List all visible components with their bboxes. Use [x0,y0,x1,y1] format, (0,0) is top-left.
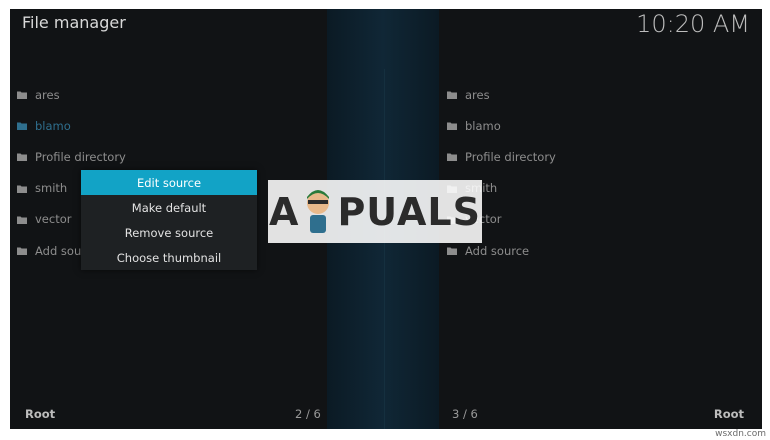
context-menu: Edit source Make default Remove source C… [81,170,257,270]
left-root-label[interactable]: Root [25,407,55,421]
app-title: File manager [22,13,126,32]
folder-icon [17,215,27,224]
make-default-option[interactable]: Make default [81,195,257,220]
edit-source-option[interactable]: Edit source [81,170,257,195]
folder-icon [17,121,27,131]
list-item-smith[interactable]: smith [447,173,747,204]
item-label: Add source [465,243,530,258]
folder-icon [447,246,457,256]
right-root-label[interactable]: Root [714,407,744,421]
choose-thumbnail-option[interactable]: Choose thumbnail [81,245,257,270]
item-label: smith [35,181,68,196]
folder-icon [17,152,27,162]
right-file-list: ares blamo Profile directory smith vecto… [447,79,747,266]
folder-icon [447,90,457,100]
item-label: Profile directory [465,149,556,164]
list-item-add-source[interactable]: Add source [447,235,747,266]
list-item-ares[interactable]: ares [17,79,317,110]
pane-divider [384,69,385,429]
item-label: vector [35,212,72,227]
folder-icon [17,90,27,100]
list-item-blamo[interactable]: blamo [17,110,317,141]
list-item-ares[interactable]: ares [447,79,747,110]
folder-icon [17,246,27,256]
list-item-blamo[interactable]: blamo [447,110,747,141]
list-item-profile-directory[interactable]: Profile directory [17,141,317,172]
item-label: Profile directory [35,149,126,164]
list-item-vector[interactable]: vector [447,204,747,235]
list-item-profile-directory[interactable]: Profile directory [447,141,747,172]
appuals-watermark: A PUALS [268,180,482,243]
folder-icon [447,152,457,162]
item-label: blamo [35,118,71,133]
right-page-counter: 3 / 6 [452,407,478,421]
site-tag: wsxdn.com [715,429,766,439]
folder-icon [17,184,27,193]
item-label: ares [465,87,490,102]
clock: 10:20 AM [636,10,750,38]
left-page-counter: 2 / 6 [295,407,321,421]
mascot-icon [301,189,335,235]
watermark-text-end: PUALS [337,189,481,234]
watermark-text-start: A [269,189,300,234]
item-label: ares [35,87,60,102]
item-label: blamo [465,118,501,133]
remove-source-option[interactable]: Remove source [81,220,257,245]
folder-icon [447,121,457,131]
